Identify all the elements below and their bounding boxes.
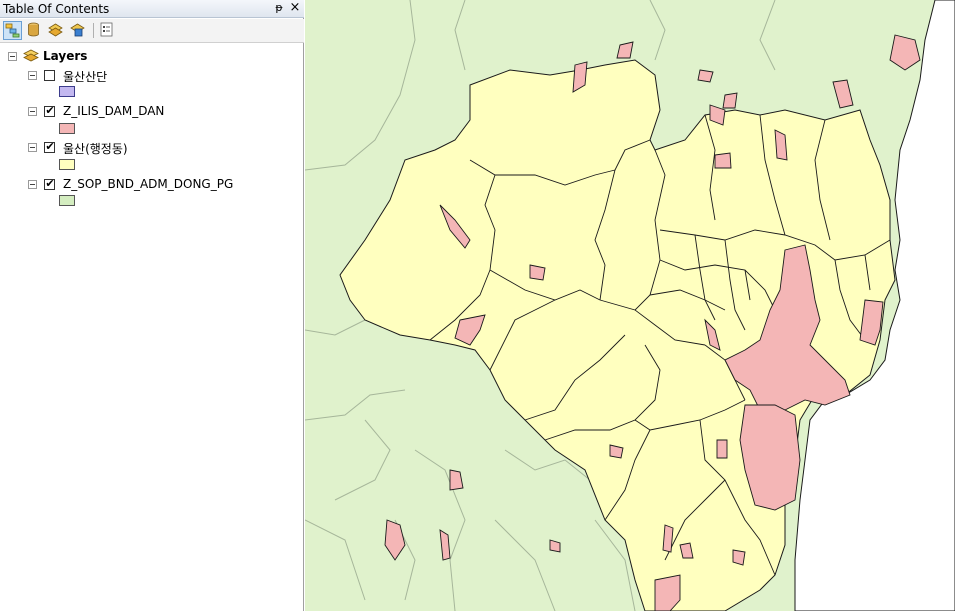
layer-label: 울산(행정동) (63, 142, 128, 156)
list-by-drawing-order-icon[interactable] (3, 21, 22, 40)
options-icon[interactable] (98, 21, 117, 40)
dam-polygon (529, 264, 546, 281)
layer-visibility-checkbox[interactable]: ✔ (44, 104, 55, 117)
layer-label: Z_ILIS_DAM_DAN (63, 104, 165, 118)
pin-icon[interactable]: ᵽ (273, 1, 285, 15)
dam-polygon (732, 549, 746, 566)
layer-symbol-swatch[interactable] (59, 195, 75, 206)
layer-symbol-swatch[interactable] (59, 123, 75, 134)
layer-visibility-checkbox[interactable] (44, 70, 55, 81)
check-icon: ✔ (45, 104, 55, 117)
list-by-selection-icon[interactable] (69, 21, 88, 40)
dam-polygon (714, 152, 732, 169)
layer-symbol-swatch[interactable] (59, 86, 75, 97)
layer-visibility-checkbox[interactable]: ✔ (44, 177, 55, 190)
list-by-source-icon[interactable] (25, 21, 44, 40)
dam-polygon (722, 92, 738, 109)
check-icon: ✔ (45, 177, 55, 190)
close-icon[interactable]: × (289, 0, 301, 16)
layer-item[interactable]: 울산산단 (0, 66, 304, 84)
layer-symbol-swatch[interactable] (59, 159, 75, 170)
collapse-icon[interactable] (8, 52, 17, 61)
toc-title: Table Of Contents (3, 2, 110, 16)
collapse-icon[interactable] (28, 180, 37, 189)
collapse-icon[interactable] (28, 143, 37, 152)
map-display[interactable] (305, 0, 955, 611)
layer-label: 울산산단 (63, 70, 108, 84)
layers-stack-icon (23, 48, 39, 67)
dam-polygon (716, 439, 728, 459)
layer-item[interactable]: ✔ 울산(행정동) (0, 138, 304, 156)
table-of-contents-panel: Table Of Contents ᵽ × Layers 울산산단 ✔ Z_IL… (0, 0, 304, 611)
toc-title-bar: Table Of Contents ᵽ × (0, 0, 304, 18)
collapse-icon[interactable] (28, 71, 37, 80)
layer-item[interactable]: ✔ Z_ILIS_DAM_DAN (0, 102, 304, 120)
dam-polygon (662, 524, 674, 553)
toolbar-separator (93, 23, 94, 38)
map-canvas[interactable] (305, 0, 955, 611)
toc-toolbar (0, 19, 304, 43)
collapse-icon[interactable] (28, 107, 37, 116)
layer-visibility-checkbox[interactable]: ✔ (44, 140, 55, 153)
layer-item[interactable]: ✔ Z_SOP_BND_ADM_DONG_PG (0, 175, 304, 193)
layers-root-label: Layers (43, 49, 88, 63)
dam-polygon (697, 69, 714, 83)
layer-label: Z_SOP_BND_ADM_DONG_PG (63, 177, 234, 191)
list-by-visibility-icon[interactable] (47, 21, 66, 40)
check-icon: ✔ (45, 140, 55, 153)
layers-root[interactable]: Layers (0, 47, 304, 65)
